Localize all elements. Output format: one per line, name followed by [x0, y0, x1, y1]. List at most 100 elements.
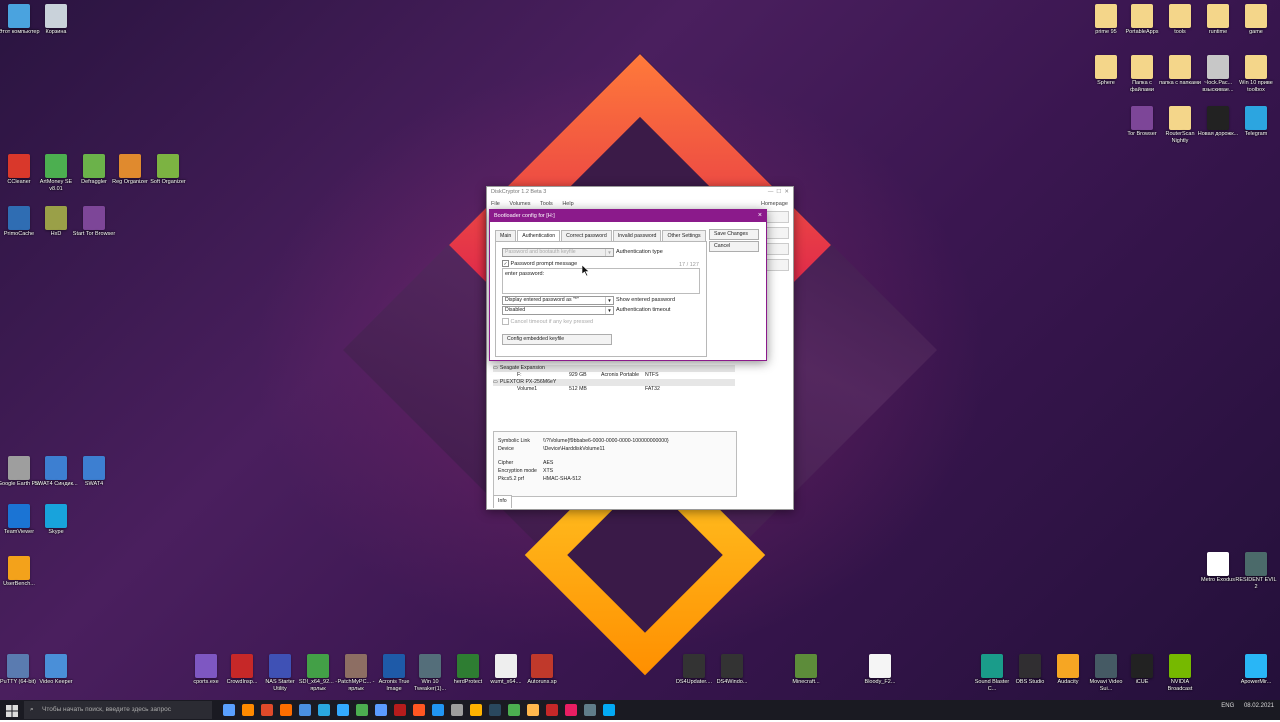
- cancel-button[interactable]: Cancel: [709, 241, 759, 252]
- desktop-icon[interactable]: Win 10 приве toolbox: [1234, 55, 1278, 93]
- desktop-icon-label: Корзина: [45, 29, 67, 35]
- tab-info[interactable]: Info: [493, 495, 512, 508]
- desktop-icon[interactable]: RESIDENT EVIL 2: [1234, 552, 1278, 590]
- desktop-icon[interactable]: Soft Organizer: [146, 154, 190, 186]
- drive-row[interactable]: ▭ PLEXTOR PX-256M6eY: [493, 379, 735, 386]
- prompt-checkbox[interactable]: ✓ Password prompt message: [502, 260, 577, 267]
- side-button[interactable]: [765, 243, 789, 255]
- cancel-timeout-checkbox[interactable]: Cancel timeout if any key pressed: [502, 318, 593, 325]
- desktop-icon[interactable]: ApowerMir...: [1234, 654, 1278, 686]
- volume-row[interactable]: F: 929 GB Acronis Portable NTFS: [493, 372, 735, 379]
- taskbar-app-icon[interactable]: [261, 704, 273, 716]
- desktop-icon[interactable]: Skype: [34, 504, 78, 536]
- taskbar-app-icon[interactable]: [337, 704, 349, 716]
- collapse-icon[interactable]: ▭: [493, 379, 498, 385]
- side-buttons: [765, 211, 789, 281]
- dialog-close-button[interactable]: ×: [758, 210, 762, 222]
- input-language[interactable]: ENG: [1221, 703, 1234, 709]
- menu-tools[interactable]: Tools: [540, 201, 553, 207]
- taskbar-app-icon[interactable]: [280, 704, 292, 716]
- app-icon: [1169, 4, 1191, 28]
- taskbar-app-icon[interactable]: [470, 704, 482, 716]
- volume-row[interactable]: Volume1 512 MB FAT32: [493, 386, 735, 393]
- taskbar-app-icon[interactable]: [451, 704, 463, 716]
- mouse-cursor-icon: [582, 265, 590, 276]
- taskbar-app-icon[interactable]: [603, 704, 615, 716]
- desktop-icon[interactable]: game: [1234, 4, 1278, 36]
- app-icon: [1169, 654, 1191, 678]
- app-icon: [8, 4, 30, 28]
- menu-bar: File Volumes Tools Help: [491, 201, 582, 207]
- start-button[interactable]: [6, 704, 18, 717]
- checkbox-checked-icon: ✓: [502, 260, 509, 267]
- taskbar-app-icon[interactable]: [565, 704, 577, 716]
- search-placeholder: Чтобы начать поиск, введите здесь запрос: [42, 706, 171, 713]
- taskbar-app-icon[interactable]: [375, 704, 387, 716]
- app-icon: [1245, 552, 1267, 576]
- desktop-icon[interactable]: DS4Windo...: [710, 654, 754, 686]
- app-icon: [345, 654, 367, 678]
- app-icon: [1207, 55, 1229, 79]
- info-row: Pkcs5.2 prf HMAC-SHA-512: [498, 476, 740, 484]
- homepage-link[interactable]: Homepage: [761, 201, 788, 207]
- config-keyfile-button[interactable]: Config embedded keyfile: [502, 334, 612, 345]
- desktop-icon[interactable]: NVIDIA Broadcast: [1158, 654, 1202, 692]
- taskbar-app-icon[interactable]: [413, 704, 425, 716]
- dialog-title: Bootloader config for [H:]: [494, 213, 555, 219]
- side-button[interactable]: [765, 259, 789, 271]
- drive-row[interactable]: ▭ Seagate Expansion: [493, 365, 735, 372]
- app-icon: [1131, 654, 1153, 678]
- taskbar-app-icon[interactable]: [356, 704, 368, 716]
- taskbar-app-icon[interactable]: [508, 704, 520, 716]
- taskbar-app-icon[interactable]: [223, 704, 235, 716]
- desktop-icon-label: UserBench...: [3, 581, 35, 587]
- window-titlebar: DiskCryptor 1.2 Beta 3 — ☐ ✕: [487, 187, 793, 198]
- side-button[interactable]: [765, 211, 789, 223]
- taskbar-search-box[interactable]: ⌕ Чтобы начать поиск, введите здесь запр…: [24, 701, 212, 719]
- info-key: Encryption mode: [498, 468, 537, 474]
- menu-help[interactable]: Help: [562, 201, 573, 207]
- taskbar-app-icon[interactable]: [584, 704, 596, 716]
- app-icon: [7, 654, 29, 678]
- app-icon: [119, 154, 141, 178]
- info-value: XTS: [543, 468, 554, 474]
- desktop-icon[interactable]: Autoruns.sp: [520, 654, 564, 686]
- collapse-icon[interactable]: ▭: [493, 365, 498, 371]
- prompt-message-input[interactable]: enter password:: [502, 268, 700, 294]
- taskbar-app-icon[interactable]: [489, 704, 501, 716]
- info-key: Pkcs5.2 prf: [498, 476, 524, 482]
- app-icon: [45, 206, 67, 230]
- auth-timeout-label: Authentication timeout: [616, 307, 671, 313]
- config-keyfile-label: Config embedded keyfile: [507, 336, 565, 342]
- side-button[interactable]: [765, 227, 789, 239]
- taskbar-app-icon[interactable]: [394, 704, 406, 716]
- taskbar-app-icon[interactable]: [432, 704, 444, 716]
- app-icon: [1245, 55, 1267, 79]
- chevron-down-icon: ▼: [605, 297, 613, 304]
- desktop-icon[interactable]: Start Tor Browser: [72, 206, 116, 238]
- save-changes-button[interactable]: Save Changes: [709, 229, 759, 240]
- menu-file[interactable]: File: [491, 201, 500, 207]
- desktop-icon[interactable]: Bloody_F2...: [858, 654, 902, 686]
- auth-timeout-select[interactable]: Disabled ▼: [502, 306, 614, 315]
- menu-volumes[interactable]: Volumes: [509, 201, 530, 207]
- taskbar-app-icon[interactable]: [546, 704, 558, 716]
- desktop-icon[interactable]: Video Keeper: [34, 654, 78, 686]
- desktop-icon[interactable]: UserBench...: [0, 556, 41, 588]
- desktop-icon-label: Soft Organizer: [150, 179, 186, 185]
- desktop-icon[interactable]: Telegram: [1234, 106, 1278, 138]
- info-value: HMAC-SHA-512: [543, 476, 582, 482]
- desktop-icon-label: Skype: [48, 529, 64, 535]
- desktop-icon[interactable]: Minecraft...: [784, 654, 828, 686]
- info-key: Symbolic Link: [498, 438, 531, 444]
- taskbar-app-icon[interactable]: [242, 704, 254, 716]
- taskbar-app-icon[interactable]: [299, 704, 311, 716]
- desktop-icon[interactable]: SWAT4: [72, 456, 116, 488]
- app-icon: [1207, 106, 1229, 130]
- taskbar-app-icon[interactable]: [527, 704, 539, 716]
- display-password-select[interactable]: Display entered password as "*" ▼: [502, 296, 614, 305]
- desktop-icon[interactable]: Корзина: [34, 4, 78, 36]
- taskbar-app-icon[interactable]: [318, 704, 330, 716]
- auth-type-select[interactable]: Password and bootauth keyfile ▼: [502, 248, 614, 257]
- clock-date[interactable]: 08.02.2021: [1244, 703, 1274, 709]
